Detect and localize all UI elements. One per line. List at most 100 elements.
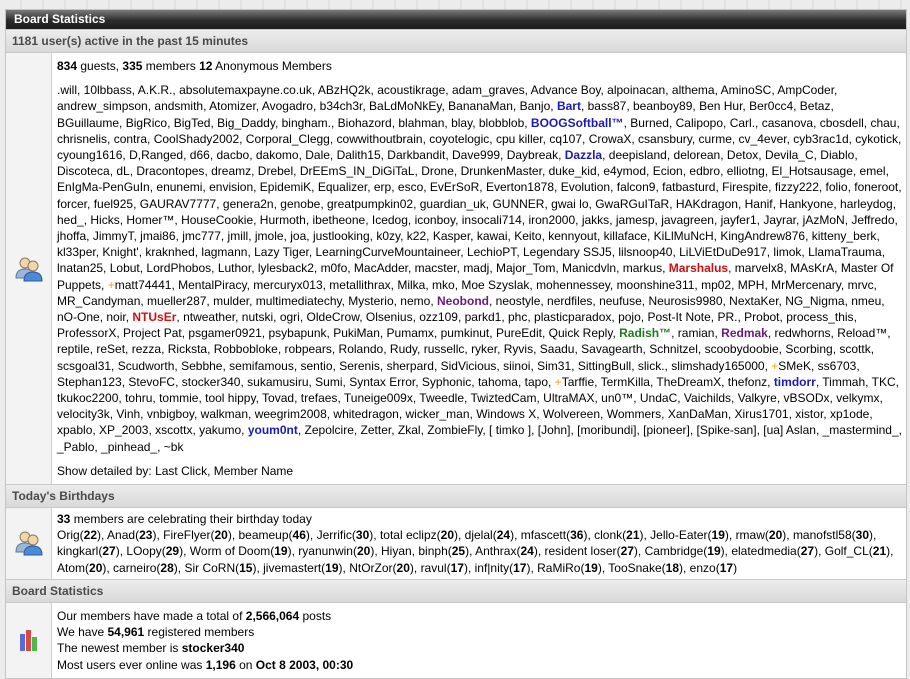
member-link[interactable]: Sebbhe <box>181 359 222 373</box>
member-link[interactable]: KingAndrew876 <box>720 229 805 243</box>
member-link[interactable]: fatbasturd <box>662 180 715 194</box>
member-link[interactable]: MentalPiracy <box>178 278 246 292</box>
member-link[interactable]: contra <box>114 132 147 146</box>
member-link[interactable]: Pumamx <box>387 326 434 340</box>
member-link[interactable]: Jayrar <box>763 213 796 227</box>
member-link[interactable]: StevoFC <box>128 375 175 389</box>
member-link[interactable]: javagreen <box>661 213 714 227</box>
member-link[interactable]: Radish™ <box>619 326 671 340</box>
member-link[interactable]: Discoteca <box>57 164 110 178</box>
member-link[interactable]: CrowaX <box>589 132 632 146</box>
member-link[interactable]: PureEdit <box>496 326 542 340</box>
member-link[interactable]: reSet <box>96 342 125 356</box>
member-link[interactable]: tkukoc2200 <box>57 391 118 405</box>
member-link[interactable]: Windows X <box>476 407 536 421</box>
member-link[interactable]: mp02 <box>701 278 731 292</box>
member-link[interactable]: kawai <box>477 229 508 243</box>
member-link[interactable]: Firespite <box>722 180 768 194</box>
member-link[interactable]: envision <box>209 180 253 194</box>
member-link[interactable]: acoustikrage <box>377 83 445 97</box>
member-link[interactable]: Knight' <box>102 245 138 259</box>
member-link[interactable]: UltraMAX <box>543 391 594 405</box>
member-link[interactable]: Drone <box>421 164 454 178</box>
member-link[interactable]: TKC <box>872 375 896 389</box>
member-link[interactable]: ss6703 <box>818 359 857 373</box>
member-link[interactable]: Mysterio <box>348 294 393 308</box>
member-link[interactable]: nmeu <box>851 294 881 308</box>
member-link[interactable]: fizzy222 <box>775 180 819 194</box>
member-link[interactable]: Corporal_Clegg <box>246 132 330 146</box>
member-link[interactable]: dreamz <box>211 164 251 178</box>
member-link[interactable]: D,Ranged <box>129 148 183 162</box>
member-link[interactable]: limok <box>773 245 801 259</box>
member-link[interactable]: SittingBull <box>578 359 631 373</box>
member-link[interactable]: Drebel <box>258 164 293 178</box>
member-link[interactable]: 10lbbass <box>84 83 132 97</box>
member-link[interactable]: Neobond <box>437 294 489 308</box>
member-link[interactable]: bass87 <box>588 99 627 113</box>
member-link[interactable]: Calipopo <box>676 116 723 130</box>
member-link[interactable]: Savagearth <box>581 342 642 356</box>
birthday-member-link[interactable]: beameup <box>238 528 288 542</box>
member-link[interactable]: wicker_man <box>405 407 469 421</box>
member-link[interactable]: XP_2003 <box>99 423 148 437</box>
member-link[interactable]: rezza <box>132 342 161 356</box>
member-link[interactable]: ibetheone <box>312 213 365 227</box>
member-link[interactable]: Luthor <box>218 261 251 275</box>
member-link[interactable]: Bart <box>557 99 581 113</box>
member-link[interactable]: matt74441 <box>115 278 172 292</box>
member-link[interactable]: elliotng <box>727 164 765 178</box>
birthday-member-link[interactable]: kingkarl <box>57 544 98 558</box>
member-link[interactable]: Dalith15 <box>337 148 381 162</box>
member-link[interactable]: alpoinacan <box>607 83 665 97</box>
member-link[interactable]: vBSODx <box>784 391 830 405</box>
member-link[interactable]: Redmak <box>721 326 768 340</box>
member-link[interactable]: cq107 <box>549 132 582 146</box>
member-link[interactable]: Hankyone <box>779 197 833 211</box>
member-link[interactable]: mko <box>432 278 455 292</box>
sort-last-click-link[interactable]: Last Click <box>155 464 207 478</box>
member-link[interactable]: timdorr <box>774 375 816 389</box>
member-link[interactable]: Jeffredo <box>851 213 894 227</box>
member-link[interactable]: walkman <box>201 407 248 421</box>
member-link[interactable]: SMeK <box>778 359 811 373</box>
member-link[interactable]: LiLViEtDuDe917 <box>679 245 767 259</box>
member-link[interactable]: lylesback2 <box>258 261 314 275</box>
member-link[interactable]: stocker340 <box>182 375 241 389</box>
member-link[interactable]: greatpumpkin02 <box>327 197 413 211</box>
birthday-member-link[interactable]: Cambridge <box>645 544 704 558</box>
member-link[interactable]: Sumi <box>315 375 342 389</box>
member-link[interactable]: velocity3k <box>57 407 110 421</box>
member-link[interactable]: Quick Reply <box>549 326 613 340</box>
member-link[interactable]: DrunkenMaster <box>461 164 542 178</box>
member-link[interactable]: ZombieFly <box>427 423 482 437</box>
member-link[interactable]: Homer™ <box>126 213 174 227</box>
member-link[interactable]: .will <box>57 83 77 97</box>
member-link[interactable]: Daybreak <box>507 148 558 162</box>
member-link[interactable]: AmpCoder <box>777 83 834 97</box>
member-link[interactable]: andsmith <box>154 99 203 113</box>
member-link[interactable]: Lobut <box>110 261 140 275</box>
member-link[interactable]: jmole <box>255 229 284 243</box>
birthday-member-link[interactable]: Sir CoRN <box>184 561 235 575</box>
member-link[interactable]: tool hippy <box>205 391 255 405</box>
member-link[interactable]: justlooking <box>313 229 370 243</box>
birthday-member-link[interactable]: Jerrific <box>317 528 352 542</box>
member-link[interactable]: ~bk <box>164 440 184 454</box>
member-link[interactable]: Dave999 <box>452 148 500 162</box>
member-link[interactable]: falcon9 <box>617 180 656 194</box>
member-link[interactable]: GwaRGuITaR <box>595 197 669 211</box>
member-link[interactable]: bingham. <box>282 116 331 130</box>
member-link[interactable]: Syphonic <box>422 375 471 389</box>
member-link[interactable]: Tovad <box>262 391 294 405</box>
member-link[interactable]: parkd1 <box>465 310 502 324</box>
member-link[interactable]: TermKilla <box>601 375 650 389</box>
member-link[interactable]: Hanif <box>745 197 773 211</box>
birthday-member-link[interactable]: manofstl58 <box>793 528 852 542</box>
member-link[interactable]: UndaC <box>640 391 677 405</box>
birthday-member-link[interactable]: djelal <box>465 528 493 542</box>
birthday-member-link[interactable]: Orig <box>57 528 80 542</box>
member-link[interactable]: EpidemiK <box>260 180 311 194</box>
member-link[interactable]: Betaz <box>800 99 831 113</box>
member-link[interactable]: _Pablo <box>57 440 94 454</box>
